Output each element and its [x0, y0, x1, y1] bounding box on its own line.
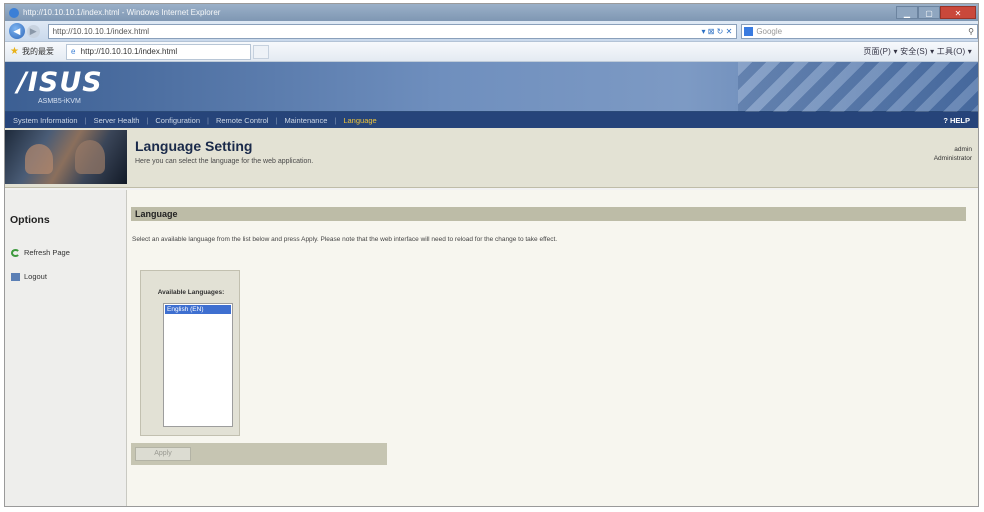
help-button[interactable]: ? HELP [943, 116, 970, 125]
options-sidebar: Options Refresh Page Logout [5, 190, 127, 506]
logout-icon [11, 272, 20, 281]
browser-window: http://10.10.10.1/index.html - Windows I… [4, 3, 979, 507]
nav-configuration[interactable]: Configuration [155, 116, 200, 125]
sidebar-item-label: Refresh Page [24, 248, 70, 257]
favorites-star-icon[interactable]: ★ [10, 46, 19, 57]
nav-separator: | [207, 115, 209, 125]
apply-bar: Apply [131, 443, 387, 465]
main-panel: Language Select an available language fr… [127, 190, 978, 506]
forward-button[interactable]: ▶ [26, 24, 40, 38]
refresh-icon [11, 248, 20, 257]
new-tab-button[interactable] [252, 44, 269, 59]
nav-remote-control[interactable]: Remote Control [216, 116, 269, 125]
nav-maintenance[interactable]: Maintenance [284, 116, 327, 125]
search-input[interactable]: Google ⚲ [741, 23, 978, 39]
page-title-band: Language Setting Here you can select the… [5, 128, 978, 188]
command-bar[interactable]: 页面(P) ▾ 安全(S) ▾ 工具(O) ▾ [863, 46, 972, 57]
sidebar-item-label: Logout [24, 272, 47, 281]
ie-icon [9, 7, 19, 18]
user-name: admin [954, 146, 972, 153]
tab-title: http://10.10.10.1/index.html [80, 46, 178, 56]
language-option-english[interactable]: English (EN) [165, 305, 231, 314]
nav-separator: | [275, 115, 278, 125]
page-title: Language Setting [135, 138, 253, 154]
main-nav: System Information | Server Health | Con… [5, 112, 978, 128]
nav-separator: | [84, 115, 87, 125]
options-title: Options [10, 214, 50, 226]
instruction-text: Select an available language from the li… [132, 236, 558, 243]
url-text: http://10.10.10.1/index.html [52, 26, 150, 36]
tab-ie-icon: e [70, 46, 76, 56]
title-bar: http://10.10.10.1/index.html - Windows I… [5, 4, 978, 21]
header-photo [5, 130, 127, 184]
favorites-bar: ★ 我的最爱 e http://10.10.10.1/index.html 页面… [5, 42, 978, 62]
product-name: ASMB5-iKVM [38, 98, 81, 105]
window-title: http://10.10.10.1/index.html - Windows I… [23, 8, 221, 17]
user-info: admin Administrator [934, 145, 972, 163]
google-icon [744, 26, 754, 36]
page-description: Here you can select the language for the… [135, 158, 314, 165]
nav-language[interactable]: Language [343, 116, 376, 125]
header-decoration [738, 62, 978, 112]
search-icon[interactable]: ⚲ [968, 25, 974, 38]
search-placeholder: Google [756, 26, 783, 36]
sidebar-item-logout[interactable]: Logout [5, 272, 126, 281]
maximize-button[interactable]: ▢ [918, 6, 940, 19]
close-button[interactable]: ✕ [940, 6, 976, 19]
nav-separator: | [334, 115, 337, 125]
content-area: Options Refresh Page Logout Language Sel… [5, 190, 978, 506]
language-panel: Available Languages: English (EN) [140, 270, 240, 436]
nav-separator: | [146, 115, 149, 125]
back-button[interactable]: ◀ [9, 23, 25, 39]
address-bar: ◀ ▶ http://10.10.10.1/index.html ▾ ⊠ ↻ ✕… [5, 21, 978, 42]
user-role: Administrator [933, 155, 972, 162]
apply-button[interactable]: Apply [135, 447, 191, 461]
nav-server-health[interactable]: Server Health [94, 116, 140, 125]
available-languages-label: Available Languages: [157, 289, 225, 296]
sidebar-item-refresh-page[interactable]: Refresh Page [5, 248, 126, 257]
window-controls: ▁ ▢ ✕ [896, 5, 976, 20]
url-input[interactable]: http://10.10.10.1/index.html ▾ ⊠ ↻ ✕ [47, 23, 738, 39]
language-listbox[interactable]: English (EN) [163, 303, 233, 427]
refresh-stop-icon[interactable]: ▾ ⊠ ↻ ✕ [702, 25, 737, 38]
minimize-button[interactable]: ▁ [896, 6, 918, 19]
asus-header: /ISUS ASMB5-iKVM [5, 62, 978, 112]
favorites-label[interactable]: 我的最爱 [22, 46, 54, 57]
nav-system-information[interactable]: System Information [13, 116, 78, 125]
browser-tab[interactable]: e http://10.10.10.1/index.html [65, 43, 251, 60]
section-header: Language [131, 207, 966, 221]
asus-logo: /ISUS [17, 67, 103, 98]
